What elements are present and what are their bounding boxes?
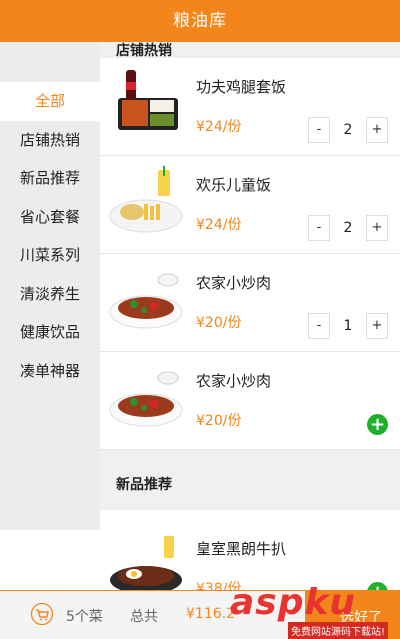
total-label: 总共 <box>130 609 158 625</box>
list-item: 农家小炒肉 ¥20/份 - 1 + <box>100 254 400 352</box>
category-light[interactable]: 清淡养生 <box>0 275 100 314</box>
category-sidebar: 全部 店铺热销 新品推荐 省心套餐 川菜系列 清淡养生 健康饮品 凑单神器 <box>0 42 100 530</box>
dish-price: ¥20/份 <box>196 315 242 331</box>
dish-name: 功夫鸡腿套饭 <box>196 78 287 96</box>
watermark-logo: aspku <box>230 582 357 623</box>
dish-count: 5个菜 <box>66 609 103 625</box>
dish-name: 欢乐儿童饭 <box>196 176 272 194</box>
dish-name: 农家小炒肉 <box>196 372 272 390</box>
list-item: 欢乐儿童饭 ¥24/份 - 2 + <box>100 156 400 254</box>
cart-icon[interactable] <box>30 603 54 625</box>
increase-button[interactable]: + <box>366 313 388 339</box>
dish-image <box>110 536 182 590</box>
category-new[interactable]: 新品推荐 <box>0 159 100 198</box>
site-watermark: aspku 免费网站源码下载站! <box>230 582 400 639</box>
dish-price: ¥24/份 <box>196 119 242 135</box>
watermark-subtitle: 免费网站源码下载站! <box>288 622 389 639</box>
dish-image <box>109 166 183 233</box>
category-add-on[interactable]: 凑单神器 <box>0 352 100 391</box>
app-title-bar: 粮油库 <box>0 0 400 42</box>
quantity-value: 2 <box>343 220 353 236</box>
quantity-value: 2 <box>343 122 353 138</box>
dish-image <box>109 371 183 427</box>
app-title: 粮油库 <box>173 11 227 31</box>
dish-price: ¥20/份 <box>196 413 242 429</box>
category-hot-sales[interactable]: 店铺热销 <box>0 121 100 160</box>
category-drinks[interactable]: 健康饮品 <box>0 313 100 352</box>
list-item: 农家小炒肉 ¥20/份 + <box>100 352 400 450</box>
dish-name: 农家小炒肉 <box>196 274 272 292</box>
dish-image <box>118 70 178 130</box>
dish-name: 皇室黑朗牛扒 <box>196 540 287 558</box>
quantity-stepper: - 1 + <box>308 312 388 340</box>
list-item: 功夫鸡腿套饭 ¥24/份 - 2 + <box>100 58 400 156</box>
decrease-button[interactable]: - <box>308 313 330 339</box>
quantity-stepper: - 2 + <box>308 214 388 242</box>
dish-image <box>109 273 183 329</box>
add-to-cart-button[interactable]: + <box>367 414 388 435</box>
quantity-stepper: - 2 + <box>308 116 388 144</box>
category-all[interactable]: 全部 <box>0 82 100 121</box>
increase-button[interactable]: + <box>366 215 388 241</box>
dish-price: ¥24/份 <box>196 217 242 233</box>
decrease-button[interactable]: - <box>308 117 330 143</box>
decrease-button[interactable]: - <box>308 215 330 241</box>
category-sichuan[interactable]: 川菜系列 <box>0 236 100 275</box>
menu-list[interactable]: 店铺热销 功夫鸡腿套饭 ¥24/份 - 2 + 欢乐儿童饭 ¥24/份 - 2 … <box>100 42 400 590</box>
quantity-value: 1 <box>343 318 353 334</box>
section-title: 新品推荐 <box>100 450 400 510</box>
list-item: 皇室黑朗牛扒 ¥38/份 + <box>100 520 400 590</box>
total-amount: ¥116.2 <box>186 606 235 622</box>
increase-button[interactable]: + <box>366 117 388 143</box>
category-set-meals[interactable]: 省心套餐 <box>0 198 100 237</box>
